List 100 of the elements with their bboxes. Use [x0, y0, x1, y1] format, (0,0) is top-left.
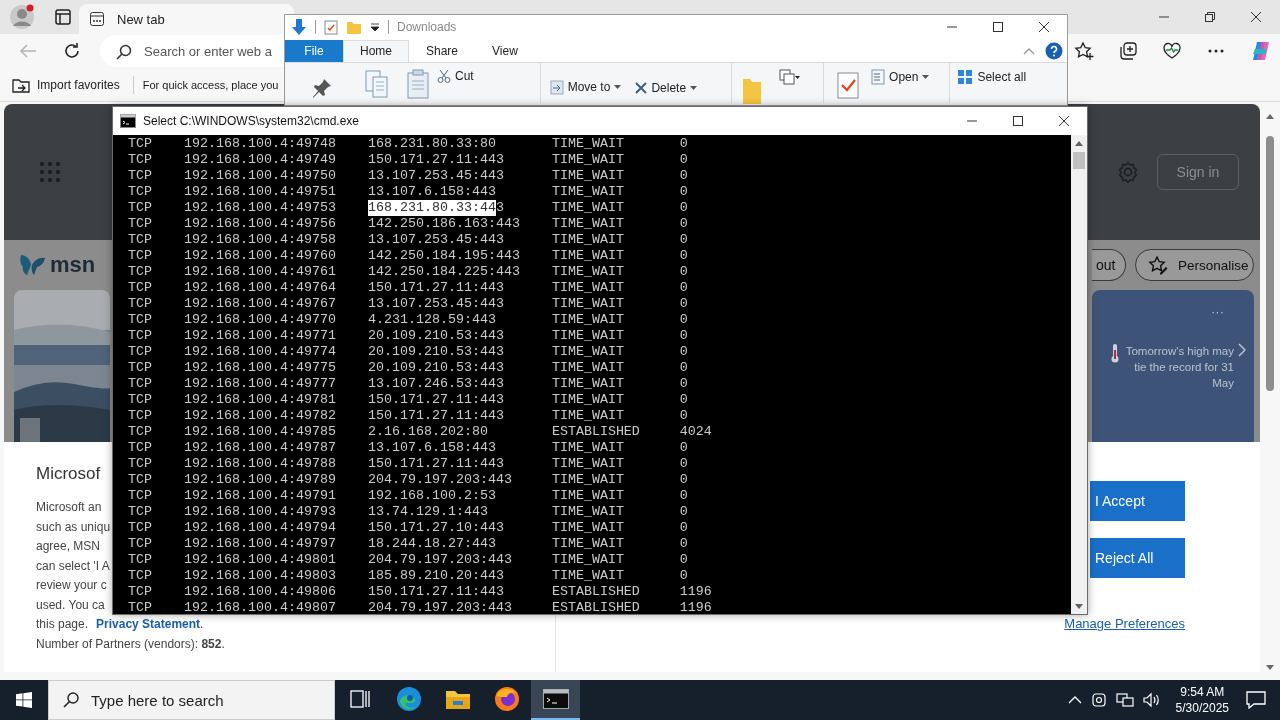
- maximize-icon[interactable]: [992, 21, 1004, 34]
- connection-state: TIME_WAIT: [551, 200, 624, 216]
- volume-icon[interactable]: [1142, 692, 1161, 708]
- maximize-icon[interactable]: [1012, 115, 1024, 127]
- protocol-text: TCP: [128, 584, 152, 600]
- protocol-text: TCP: [128, 408, 152, 424]
- show-hidden-icon[interactable]: [1067, 696, 1082, 704]
- scroll-thumb[interactable]: [1266, 136, 1274, 391]
- taskbar-button[interactable]: [531, 680, 580, 720]
- protocol-text: TCP: [128, 424, 152, 440]
- foreign-address: 168.231.80.33:80: [367, 136, 496, 152]
- connection-state: TIME_WAIT: [551, 168, 624, 184]
- connection-state: TIME_WAIT: [551, 360, 624, 376]
- close-icon[interactable]: [1058, 115, 1070, 127]
- network-icon[interactable]: [1115, 692, 1134, 708]
- help-icon[interactable]: [1045, 41, 1063, 60]
- scroll-down-icon[interactable]: [1074, 603, 1084, 611]
- local-address: 192.168.100.4:49794: [184, 520, 336, 536]
- ribbon-tab[interactable]: File: [285, 39, 343, 62]
- heart-pulse-icon[interactable]: [1162, 41, 1182, 61]
- properties-check-icon[interactable]: [324, 19, 338, 36]
- pill-button[interactable]: out: [1092, 249, 1126, 281]
- ribbon-command[interactable]: Delete: [635, 81, 698, 95]
- collapse-ribbon-icon[interactable]: [1023, 46, 1035, 55]
- terminal-icon: [542, 689, 569, 709]
- weather-text: Tomorrow's high may tie the record for 31 May: [1124, 344, 1234, 391]
- notifications-icon[interactable]: [1246, 691, 1266, 709]
- local-address: 192.168.100.4:49789: [184, 472, 336, 488]
- ribbon-tab[interactable]: Home: [343, 39, 409, 62]
- connection-state: TIME_WAIT: [551, 568, 624, 584]
- protocol-text: TCP: [128, 552, 152, 568]
- connection-state: TIME_WAIT: [551, 536, 624, 552]
- open-file-icon: [871, 69, 886, 85]
- chevron-right-icon[interactable]: [1238, 343, 1246, 357]
- import-favorites-button[interactable]: Import favorites: [12, 76, 124, 93]
- connection-state: TIME_WAIT: [551, 376, 624, 392]
- collections-icon[interactable]: [1118, 41, 1138, 61]
- download-arrow-icon[interactable]: [291, 18, 307, 37]
- process-id: 0: [679, 264, 688, 280]
- process-id: 0: [679, 488, 688, 504]
- accept-button[interactable]: I Accept: [1090, 481, 1185, 521]
- search-icon: [63, 692, 79, 708]
- foreign-address: 142.250.184.195:443: [367, 248, 520, 264]
- browser-icon: [395, 686, 422, 712]
- close-icon[interactable]: [1038, 21, 1050, 34]
- protocol-text: TCP: [128, 328, 152, 344]
- foreign-address: 13.107.6.158:443: [367, 184, 496, 200]
- scrollbar[interactable]: [1071, 135, 1087, 614]
- foreign-address: 142.250.186.163:443: [367, 216, 520, 232]
- process-id: 0: [679, 184, 688, 200]
- pin-icon[interactable]: [311, 77, 333, 101]
- consent-text-line: agree, MSN: [36, 538, 101, 555]
- ribbon-tab[interactable]: Share: [409, 39, 476, 62]
- favorites-star-icon[interactable]: [1074, 41, 1094, 61]
- ribbon-command[interactable]: Select all: [957, 69, 1027, 85]
- window-title: Downloads: [397, 20, 457, 35]
- clock-time[interactable]: 9:54 AM: [1180, 684, 1225, 700]
- ribbon-command[interactable]: Move to: [549, 79, 622, 95]
- ribbon-command[interactable]: Cut: [437, 69, 474, 83]
- tab-actions-icon[interactable]: [55, 9, 71, 25]
- manage-preferences-link[interactable]: Manage Preferences: [1064, 616, 1185, 631]
- move-to-icon: [549, 79, 564, 95]
- more-options[interactable]: ···: [1211, 304, 1224, 319]
- refresh-icon[interactable]: [63, 42, 81, 60]
- personalise-button[interactable]: Personalise: [1135, 249, 1254, 281]
- clock-date[interactable]: 5/30/2025: [1175, 700, 1229, 716]
- connection-state: TIME_WAIT: [551, 296, 624, 312]
- local-address: 192.168.100.4:49785: [184, 424, 336, 440]
- avatar-icon[interactable]: [9, 4, 35, 30]
- close-icon[interactable]: [1250, 11, 1262, 23]
- consent-text-line: used. You ca: [36, 596, 105, 614]
- local-address: 192.168.100.4:49761: [184, 264, 336, 280]
- scroll-thumb[interactable]: [1073, 152, 1085, 169]
- reject-button[interactable]: Reject All: [1090, 538, 1185, 578]
- local-address: 192.168.100.4:49760: [184, 248, 336, 264]
- local-address: 192.168.100.4:49767: [184, 296, 336, 312]
- search-placeholder: Type here to search: [91, 691, 224, 709]
- connection-state: TIME_WAIT: [551, 184, 624, 200]
- address-field[interactable]: Search or enter web a: [100, 35, 284, 67]
- properties-check-icon[interactable]: [837, 69, 860, 99]
- copilot-icon[interactable]: [1250, 40, 1272, 62]
- protocol-text: TCP: [128, 168, 152, 184]
- scroll-down-icon[interactable]: [1265, 664, 1275, 672]
- local-address: 192.168.100.4:49756: [184, 216, 336, 232]
- scroll-up-icon[interactable]: [1265, 112, 1275, 120]
- scroll-up-icon[interactable]: [1074, 139, 1084, 147]
- connection-state: TIME_WAIT: [551, 152, 624, 168]
- process-id: 0: [679, 408, 688, 424]
- import-icon: [12, 76, 30, 93]
- taskbar-search-field[interactable]: Type here to search: [48, 680, 335, 720]
- dropdown-icon[interactable]: [370, 22, 380, 33]
- restore-icon[interactable]: [1204, 11, 1216, 23]
- process-id: 0: [679, 280, 688, 296]
- ribbon-command[interactable]: Open: [871, 69, 930, 85]
- browser-tab[interactable]: New tab: [79, 4, 294, 34]
- ribbon-tab[interactable]: View: [475, 39, 535, 62]
- process-id: 0: [679, 216, 688, 232]
- camera-icon[interactable]: [1090, 692, 1107, 708]
- copy-to-icon[interactable]: [779, 69, 802, 87]
- protocol-text: TCP: [128, 600, 152, 614]
